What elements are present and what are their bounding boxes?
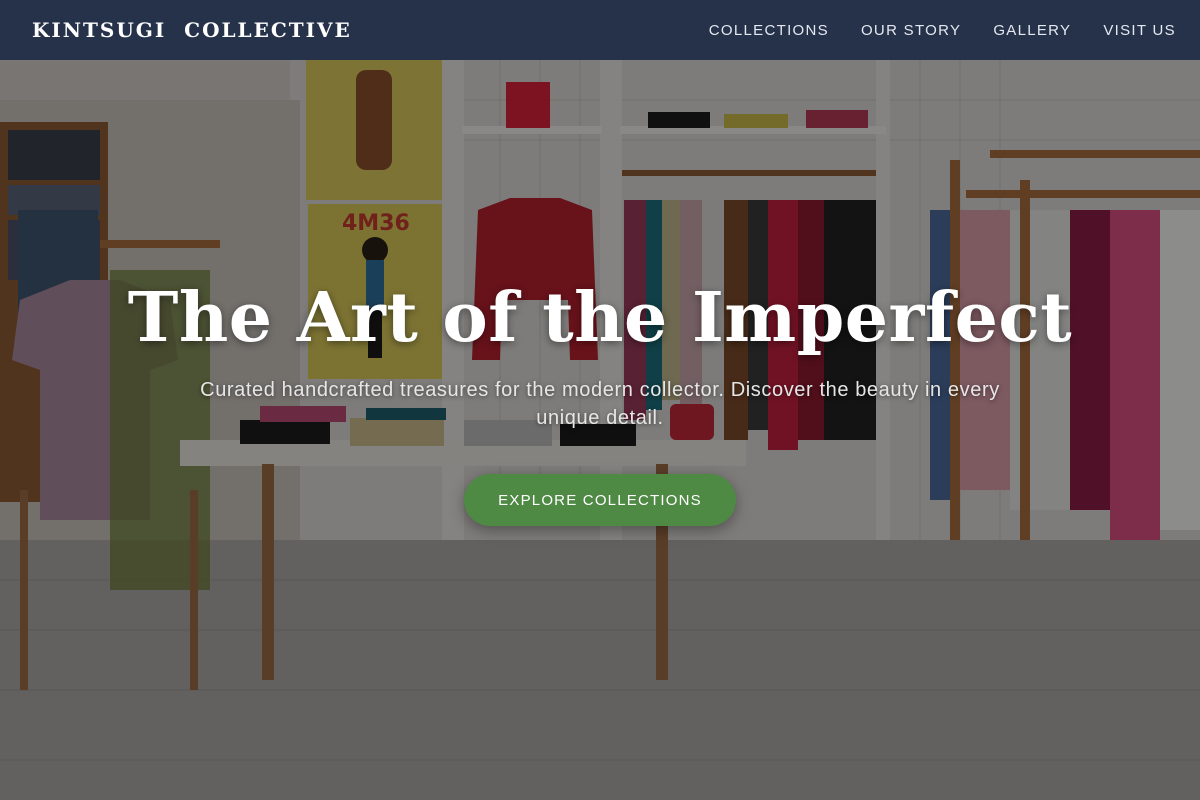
hero-content: The Art of the Imperfect Curated handcra… <box>0 60 1200 800</box>
nav-link-visit-us[interactable]: VISIT US <box>1103 22 1176 39</box>
main-nav: COLLECTIONS OUR STORY GALLERY VISIT US <box>709 22 1176 39</box>
brand-logo[interactable]: KINTSUGI COLLECTIVE <box>32 18 352 42</box>
hero-title: The Art of the Imperfect <box>127 278 1073 358</box>
nav-link-collections[interactable]: COLLECTIONS <box>709 22 829 39</box>
top-navbar: KINTSUGI COLLECTIVE COLLECTIONS OUR STOR… <box>0 0 1200 60</box>
nav-link-our-story[interactable]: OUR STORY <box>861 22 961 39</box>
explore-collections-button[interactable]: EXPLORE COLLECTIONS <box>464 474 736 526</box>
hero-subtitle: Curated handcrafted treasures for the mo… <box>200 379 1000 429</box>
nav-link-gallery[interactable]: GALLERY <box>993 22 1071 39</box>
hero-section: 4M36 The Art of the Imperfect Curated ha… <box>0 60 1200 800</box>
